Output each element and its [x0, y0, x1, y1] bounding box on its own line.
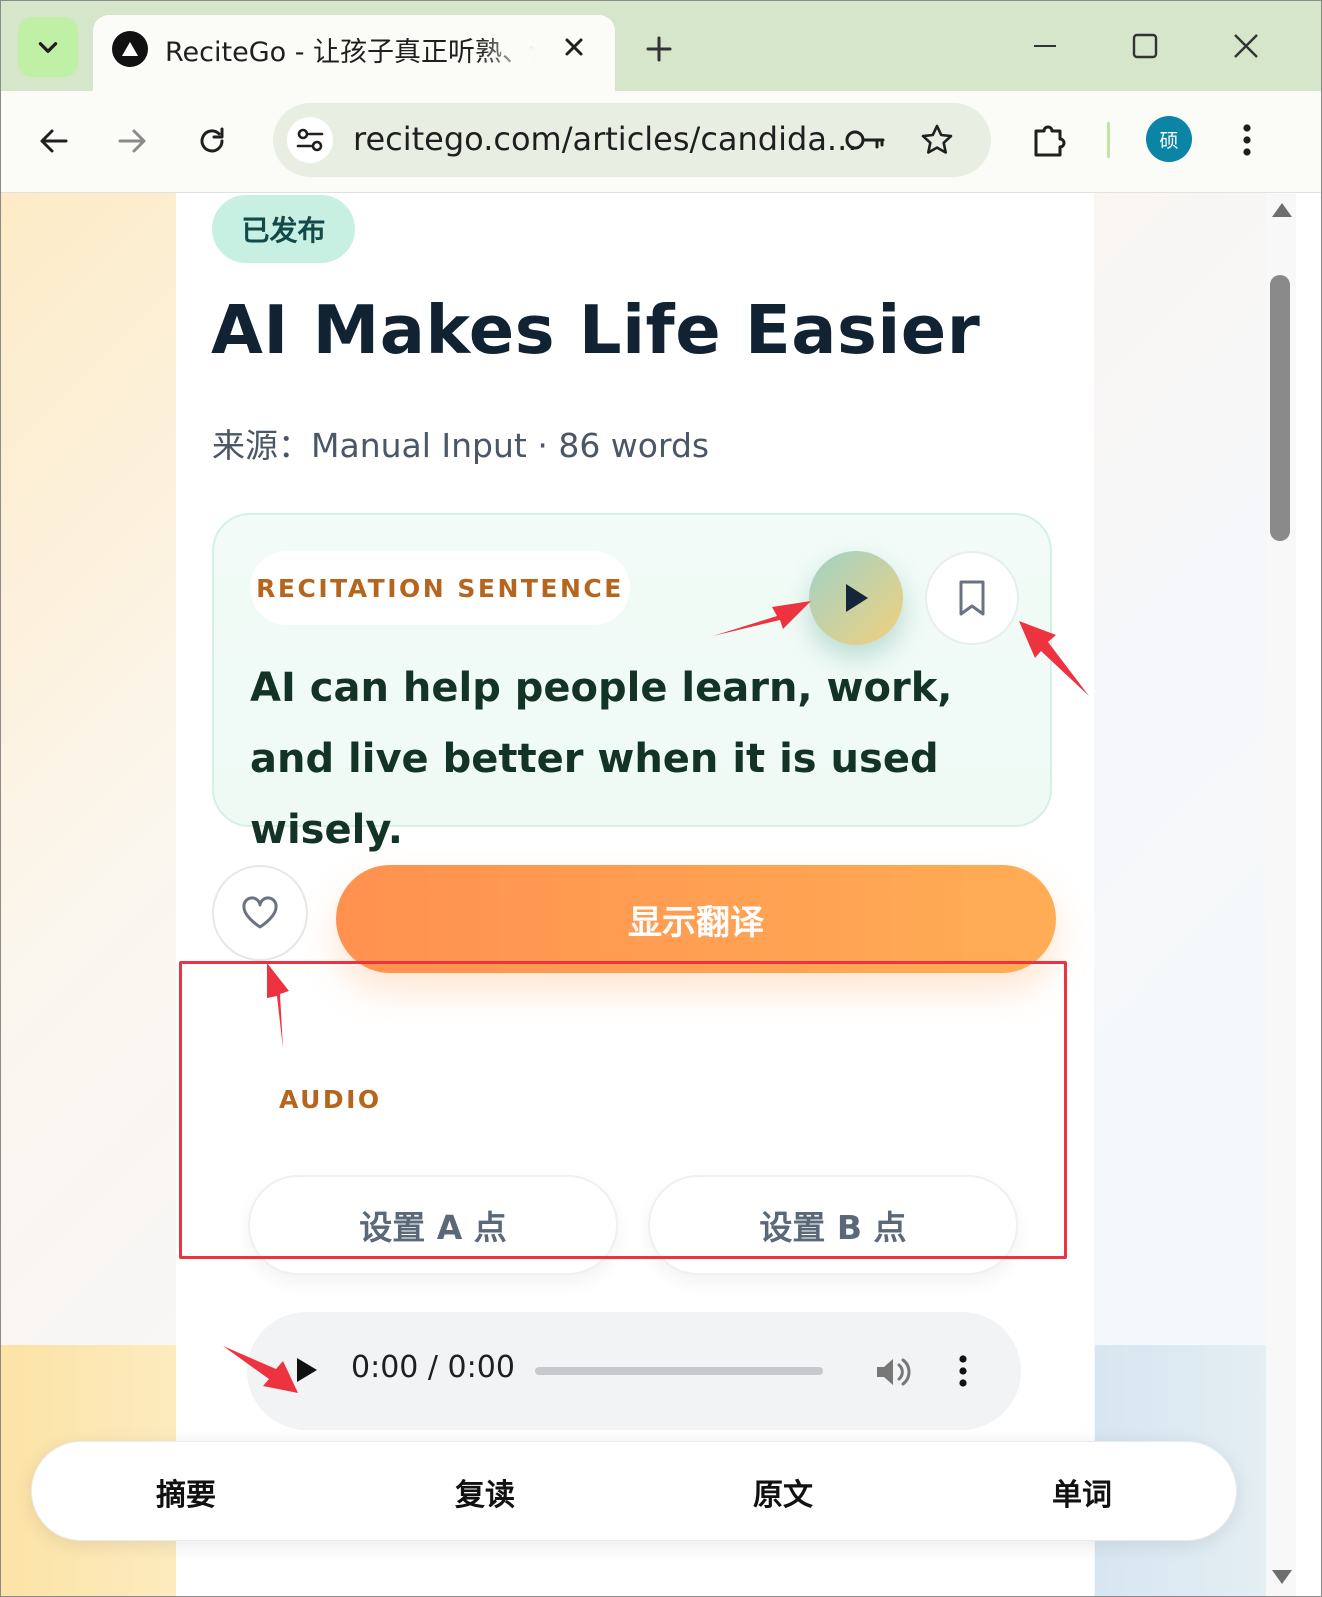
sentence-play-button[interactable] — [809, 551, 903, 645]
audio-play-button[interactable] — [287, 1350, 327, 1390]
address-bar[interactable]: recitego.com/articles/candida... — [273, 103, 991, 177]
forward-icon — [118, 129, 146, 153]
window-close-button[interactable] — [1216, 19, 1276, 73]
reload-icon — [200, 127, 224, 153]
play-icon — [297, 1358, 317, 1382]
more-vert-icon — [959, 1355, 967, 1387]
url-text[interactable]: recitego.com/articles/candida... — [353, 120, 857, 158]
play-icon — [846, 584, 868, 612]
more-vert-icon — [1243, 124, 1251, 156]
page-scrollbar[interactable] — [1266, 193, 1296, 1596]
bookmark-star-button[interactable] — [916, 119, 958, 161]
site-settings-icon — [296, 128, 324, 152]
key-icon — [845, 130, 885, 150]
maximize-button[interactable] — [1115, 19, 1175, 73]
nav-item-repeat[interactable]: 复读 — [425, 1470, 545, 1514]
favorite-button[interactable] — [212, 865, 308, 961]
recitation-sentence: AI can help people learn, work, and live… — [250, 665, 953, 853]
recitation-section-label: RECITATION SENTENCE — [250, 551, 630, 625]
site-settings-button[interactable] — [287, 117, 333, 163]
audio-volume-button[interactable] — [871, 1350, 915, 1394]
nav-item-summary[interactable]: 摘要 — [126, 1470, 246, 1514]
scroll-up-arrow-icon[interactable] — [1272, 203, 1292, 217]
page-title: AI Makes Life Easier — [211, 291, 981, 369]
browser-menu-button[interactable] — [1231, 115, 1263, 165]
minimize-icon — [1034, 45, 1056, 47]
audio-time-display: 0:00 / 0:00 — [351, 1350, 515, 1385]
chevron-down-icon — [38, 42, 58, 53]
bottom-navigation: 摘要 复读 原文 单词 — [31, 1441, 1237, 1541]
plus-icon — [646, 36, 672, 62]
bookmark-icon — [959, 580, 985, 616]
recitation-card: RECITATION SENTENCE AI can help people l… — [212, 513, 1052, 853]
extensions-button[interactable] — [1026, 113, 1074, 165]
maximize-icon — [1132, 33, 1158, 59]
audio-player: 0:00 / 0:00 — [247, 1312, 1021, 1430]
scroll-thumb[interactable] — [1270, 275, 1290, 541]
forward-button[interactable] — [106, 115, 158, 167]
nav-item-original[interactable]: 原文 — [723, 1470, 843, 1514]
tab-search-button[interactable] — [18, 17, 78, 77]
show-translation-button[interactable]: 显示翻译 — [336, 865, 1056, 973]
toolbar-separator — [1107, 122, 1110, 158]
extensions-icon — [1034, 125, 1066, 157]
new-tab-button[interactable] — [637, 27, 681, 71]
close-icon — [565, 38, 583, 56]
active-tab[interactable]: ReciteGo - 让孩子真正听熟、读熟 — [93, 15, 615, 93]
annotation-highlight-box — [179, 961, 1067, 1259]
audio-progress-slider[interactable] — [535, 1367, 823, 1375]
password-key-button[interactable] — [844, 119, 886, 161]
tab-close-button[interactable] — [558, 31, 590, 63]
page-viewport: 已发布 AI Makes Life Easier 来源：Manual Input… — [1, 193, 1266, 1596]
article-card: 已发布 AI Makes Life Easier 来源：Manual Input… — [176, 193, 1094, 1596]
article-meta: 来源：Manual Input · 86 words — [212, 426, 710, 465]
window-close-icon — [1234, 34, 1258, 58]
heart-icon — [242, 896, 278, 929]
browser-toolbar: recitego.com/articles/candida... — [1, 91, 1321, 193]
minimize-button[interactable] — [1015, 19, 1075, 73]
tab-title: ReciteGo - 让孩子真正听熟、读熟 — [165, 37, 535, 68]
back-button[interactable] — [28, 115, 80, 167]
browser-window: ReciteGo - 让孩子真正听熟、读熟 — [0, 0, 1322, 1597]
volume-icon — [877, 1358, 911, 1386]
status-badge: 已发布 — [212, 195, 355, 263]
scroll-down-arrow-icon[interactable] — [1272, 1570, 1292, 1584]
back-icon — [40, 129, 68, 153]
audio-more-button[interactable] — [950, 1348, 976, 1394]
app-favicon-icon — [112, 31, 148, 67]
sentence-bookmark-button[interactable] — [925, 551, 1019, 645]
tab-strip: ReciteGo - 让孩子真正听熟、读熟 — [1, 1, 1321, 93]
reload-button[interactable] — [186, 115, 238, 167]
profile-avatar[interactable]: 硕 — [1146, 116, 1192, 162]
star-icon — [921, 124, 953, 154]
nav-item-words[interactable]: 单词 — [1022, 1470, 1142, 1514]
